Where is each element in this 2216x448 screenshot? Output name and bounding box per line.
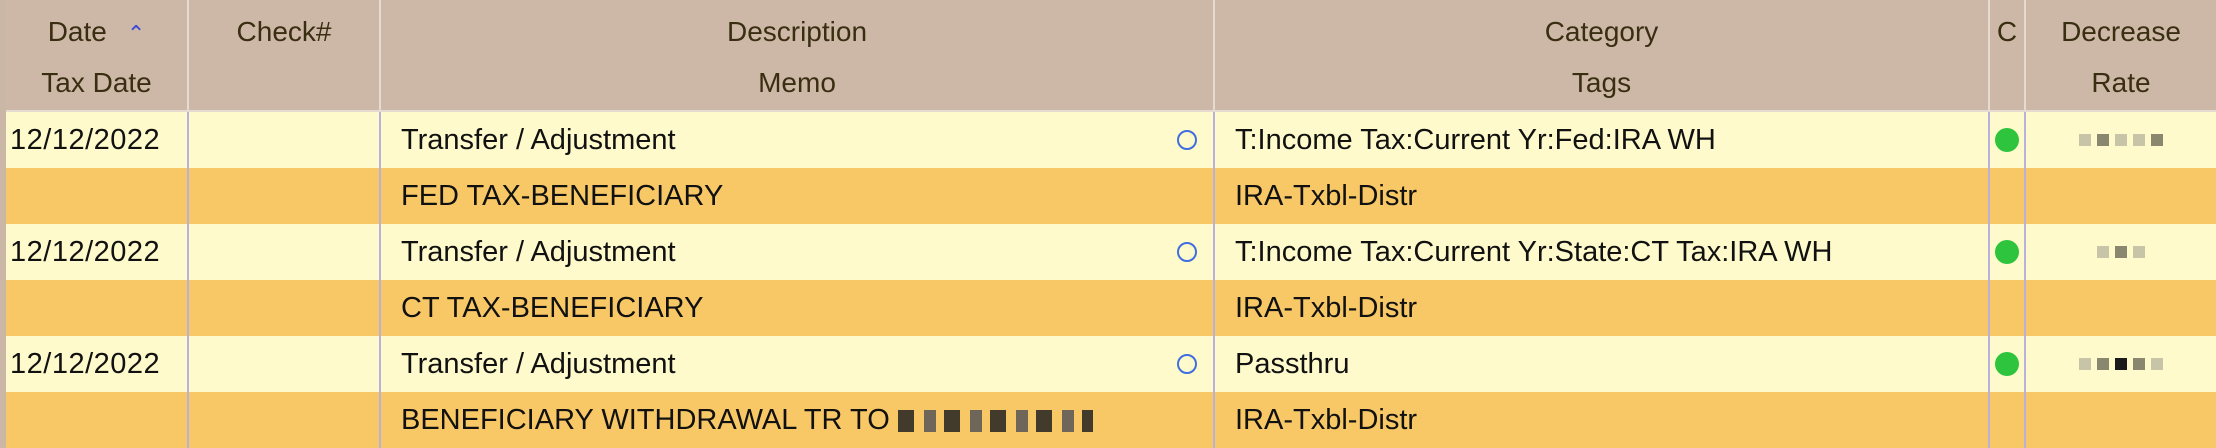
cleared-cell-2: [1988, 280, 2025, 336]
decrease-cell[interactable]: [2024, 336, 2216, 392]
check-cell-2: [187, 280, 380, 336]
decrease-cell[interactable]: [2024, 224, 2216, 280]
description-text: Transfer / Adjustment: [401, 123, 676, 156]
date-cell[interactable]: 12/12/2022: [6, 336, 188, 392]
transfer-link-icon[interactable]: [1177, 130, 1197, 150]
cleared-cell[interactable]: [1988, 224, 2025, 280]
column-header-description[interactable]: Description: [379, 0, 1214, 55]
rate-cell[interactable]: [2024, 392, 2216, 448]
column-header-tax-date[interactable]: Tax Date: [6, 55, 188, 110]
transaction-register: Date ⌃ Check# Description Category C Decr…: [6, 0, 2216, 448]
description-cell[interactable]: Transfer / Adjustment: [379, 224, 1214, 280]
date-cell[interactable]: 12/12/2022: [6, 112, 188, 168]
redacted-amount: [2027, 246, 2216, 258]
memo-cell[interactable]: FED TAX-BENEFICIARY: [379, 168, 1214, 224]
cleared-cell[interactable]: [1988, 336, 2025, 392]
check-cell[interactable]: [187, 336, 380, 392]
decrease-cell[interactable]: [2024, 112, 2216, 168]
description-text: Transfer / Adjustment: [401, 347, 676, 380]
redacted-account-number: [897, 409, 1093, 432]
register-window: Date ⌃ Check# Description Category C Decr…: [0, 0, 2216, 448]
check-cell[interactable]: [187, 224, 380, 280]
column-header-tags[interactable]: Tags: [1213, 55, 1989, 110]
column-header-decrease[interactable]: Decrease: [2024, 0, 2216, 55]
category-cell[interactable]: T:Income Tax:Current Yr:State:CT Tax:IRA…: [1213, 224, 1989, 280]
column-header-check[interactable]: Check#: [187, 0, 380, 55]
column-header-date[interactable]: Date ⌃: [6, 0, 188, 55]
column-header-c-2: [1988, 55, 2025, 110]
tags-cell[interactable]: IRA-Txbl-Distr: [1213, 168, 1989, 224]
tags-cell[interactable]: IRA-Txbl-Distr: [1213, 280, 1989, 336]
category-cell[interactable]: T:Income Tax:Current Yr:Fed:IRA WH: [1213, 112, 1989, 168]
tags-cell[interactable]: IRA-Txbl-Distr: [1213, 392, 1989, 448]
cleared-cell[interactable]: [1988, 112, 2025, 168]
tax-date-cell[interactable]: [6, 392, 188, 448]
sort-ascending-icon: ⌃: [126, 20, 146, 46]
cleared-status-icon[interactable]: [1995, 240, 2019, 264]
redacted-amount: [2027, 134, 2216, 146]
description-cell[interactable]: Transfer / Adjustment: [379, 112, 1214, 168]
column-header-category[interactable]: Category: [1213, 0, 1989, 55]
table-row[interactable]: 12/12/2022 Transfer / Adjustment T:Incom…: [6, 224, 2216, 280]
table-row-memo[interactable]: CT TAX-BENEFICIARY IRA-Txbl-Distr: [6, 280, 2216, 336]
category-cell[interactable]: Passthru: [1213, 336, 1989, 392]
cleared-cell-2: [1988, 168, 2025, 224]
table-row-memo[interactable]: FED TAX-BENEFICIARY IRA-Txbl-Distr: [6, 168, 2216, 224]
rate-cell[interactable]: [2024, 168, 2216, 224]
tax-date-cell[interactable]: [6, 280, 188, 336]
check-cell[interactable]: [187, 112, 380, 168]
transfer-link-icon[interactable]: [1177, 354, 1197, 374]
table-row[interactable]: 12/12/2022 Transfer / Adjustment T:Incom…: [6, 112, 2216, 168]
tax-date-cell[interactable]: [6, 168, 188, 224]
column-header-memo[interactable]: Memo: [379, 55, 1214, 110]
check-cell-2: [187, 168, 380, 224]
memo-text: BENEFICIARY WITHDRAWAL TR TO: [401, 403, 898, 436]
table-row-memo[interactable]: BENEFICIARY WITHDRAWAL TR TO IRA-Txbl-Di…: [6, 392, 2216, 448]
column-header-rate[interactable]: Rate: [2024, 55, 2216, 110]
cleared-status-icon[interactable]: [1995, 128, 2019, 152]
rate-cell[interactable]: [2024, 280, 2216, 336]
transfer-link-icon[interactable]: [1177, 242, 1197, 262]
memo-cell[interactable]: CT TAX-BENEFICIARY: [379, 280, 1214, 336]
cleared-status-icon[interactable]: [1995, 352, 2019, 376]
column-header-check-2: [187, 55, 380, 110]
check-cell-2: [187, 392, 380, 448]
memo-cell[interactable]: BENEFICIARY WITHDRAWAL TR TO: [379, 392, 1214, 448]
description-text: Transfer / Adjustment: [401, 235, 676, 268]
date-cell[interactable]: 12/12/2022: [6, 224, 188, 280]
cleared-cell-2: [1988, 392, 2025, 448]
table-row[interactable]: 12/12/2022 Transfer / Adjustment Passthr…: [6, 336, 2216, 392]
description-cell[interactable]: Transfer / Adjustment: [379, 336, 1214, 392]
column-header-cleared[interactable]: C: [1988, 0, 2025, 55]
redacted-amount: [2027, 358, 2216, 370]
